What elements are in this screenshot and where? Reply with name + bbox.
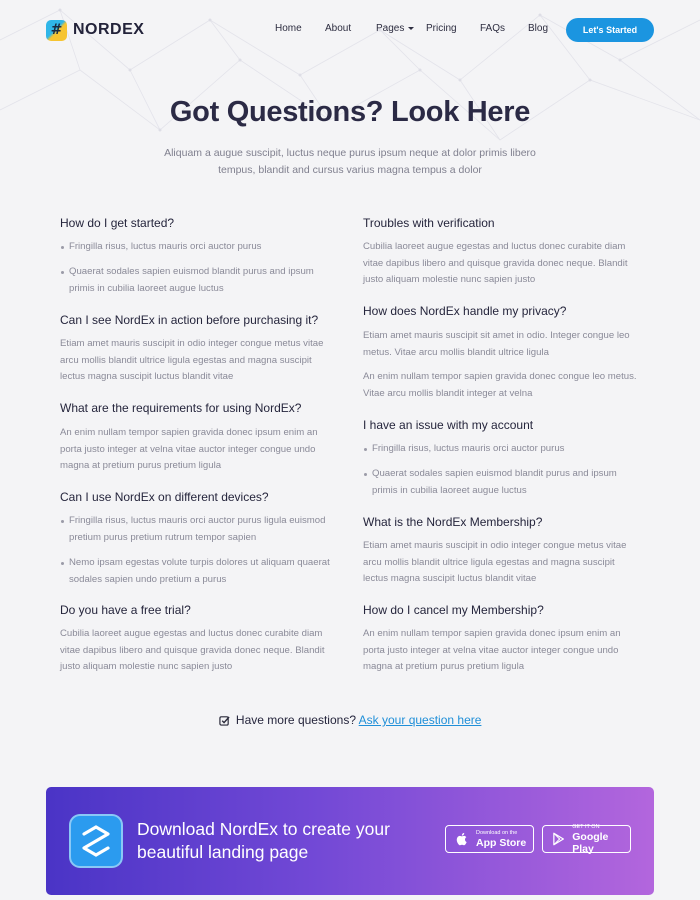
download-banner: Download NordEx to create your beautiful… bbox=[46, 787, 654, 895]
more-questions-text: Have more questions? bbox=[235, 713, 356, 727]
nav-home[interactable]: Home bbox=[275, 23, 302, 34]
page-title: Got Questions? Look Here bbox=[169, 96, 531, 128]
faq-answer: An enim nullam tempor sapien gravida don… bbox=[60, 427, 318, 471]
nav-about[interactable]: About bbox=[325, 23, 351, 34]
nav-faqs[interactable]: FAQs bbox=[480, 23, 505, 34]
page-subtitle: Aliquam a augue suscipit, luctus neque p… bbox=[164, 147, 536, 176]
faq-bullet: Nemo ipsam egestas volute turpis dolores… bbox=[60, 555, 332, 588]
faq-bullet: Quaerat sodales sapien euismod blandit p… bbox=[363, 466, 635, 499]
faq-bullet: Fringilla risus, luctus mauris orci auct… bbox=[60, 513, 332, 546]
faq-question: What are the requirements for using Nord… bbox=[60, 401, 302, 415]
google-play-icon bbox=[553, 832, 564, 846]
app-store-label: App Store bbox=[476, 836, 527, 849]
google-play-label: Google Play bbox=[572, 830, 609, 855]
google-play-small-text: GET IT ON bbox=[572, 823, 600, 830]
faq-question: Can I use NordEx on different devices? bbox=[60, 490, 269, 504]
app-store-small-text: Download on the bbox=[476, 829, 518, 836]
faq-answer: Etiam amet mauris suscipit in odio integ… bbox=[363, 540, 627, 584]
faq-question: How do I cancel my Membership? bbox=[363, 603, 544, 617]
faq-answer: Cubilia laoreet augue egestas and luctus… bbox=[60, 628, 325, 672]
faq-question: Troubles with verification bbox=[363, 216, 495, 230]
google-play-button[interactable]: GET IT ON Google Play bbox=[542, 823, 631, 855]
faq-question: How do I get started? bbox=[60, 216, 175, 230]
faq-question: Can I see NordEx in action before purcha… bbox=[60, 313, 319, 327]
faq-question: What is the NordEx Membership? bbox=[363, 515, 543, 529]
more-questions-line: Have more questions? Ask your question h… bbox=[0, 713, 700, 727]
nav-pricing[interactable]: Pricing bbox=[426, 23, 457, 34]
faq-answer: Etiam amet mauris suscipit in odio integ… bbox=[60, 338, 324, 382]
faq-bullet: Fringilla risus, luctus mauris orci auct… bbox=[363, 441, 635, 458]
site-header: # NORDEX Home About Pages Pricing FAQs B… bbox=[0, 0, 700, 60]
app-logo-icon bbox=[69, 814, 123, 868]
nordex-s-icon bbox=[82, 825, 110, 857]
ask-question-link[interactable]: Ask your question here bbox=[359, 713, 482, 727]
get-started-button[interactable]: Let's Started bbox=[566, 18, 654, 42]
faq-question: How does NordEx handle my privacy? bbox=[363, 304, 567, 318]
nav-pages[interactable]: Pages bbox=[376, 23, 415, 34]
chevron-down-icon bbox=[408, 26, 415, 30]
faq-bullet: Fringilla risus, luctus mauris orci auct… bbox=[60, 239, 332, 256]
nav-blog[interactable]: Blog bbox=[528, 23, 548, 34]
checkbox-check-icon bbox=[218, 716, 230, 727]
faq-question: Do you have a free trial? bbox=[60, 603, 191, 617]
faq-question: I have an issue with my account bbox=[363, 418, 534, 432]
faq-answer: An enim nullam tempor sapien gravida don… bbox=[363, 628, 621, 672]
faq-answer: Cubilia laoreet augue egestas and luctus… bbox=[363, 241, 628, 285]
apple-icon bbox=[456, 832, 467, 846]
faq-bullet: Quaerat sodales sapien euismod blandit p… bbox=[60, 264, 332, 297]
nav-pages-label: Pages bbox=[376, 23, 405, 34]
faq-answer: An enim nullam tempor sapien gravida don… bbox=[363, 371, 637, 399]
app-store-button[interactable]: Download on the App Store bbox=[445, 825, 534, 853]
banner-headline: Download NordEx to create your beautiful… bbox=[137, 819, 390, 862]
faq-answer: Etiam amet mauris suscipit sit amet in o… bbox=[363, 330, 630, 358]
